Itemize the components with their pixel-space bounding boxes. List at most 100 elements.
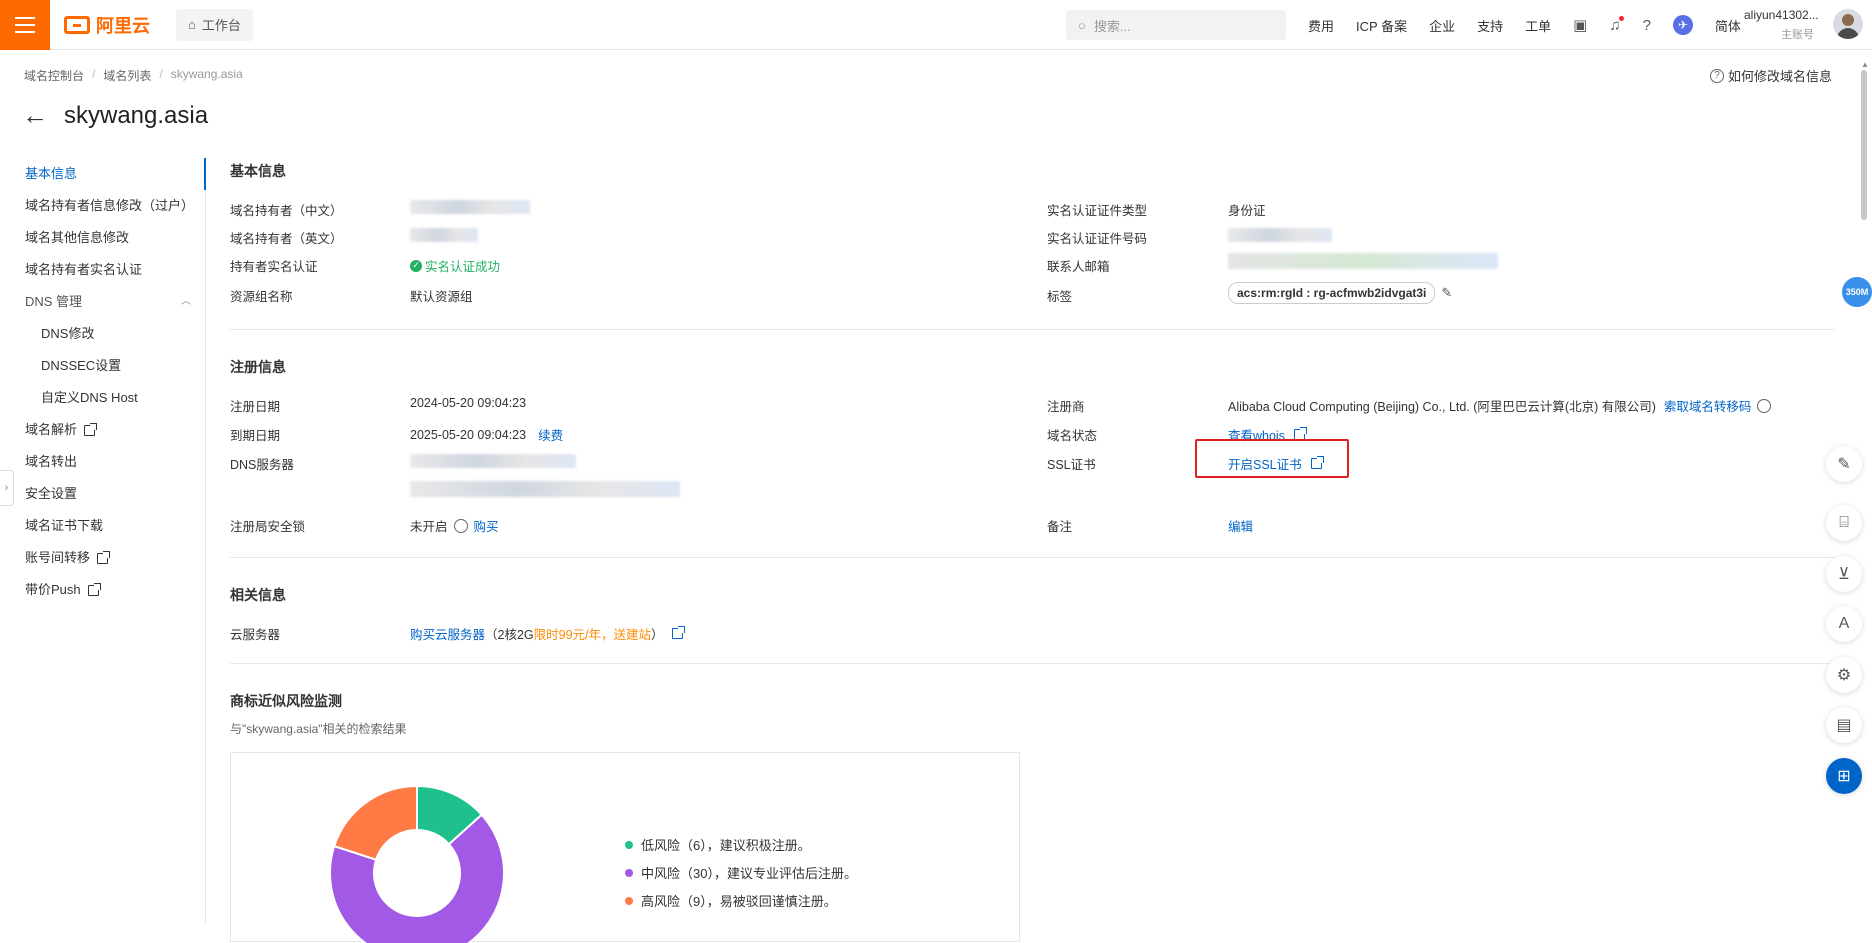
section-title-basic: 基本信息 (230, 163, 286, 179)
sidebar-item-security[interactable]: 安全设置 (0, 478, 205, 510)
question-icon[interactable] (453, 518, 468, 533)
lock-value: 未开启 购买 (410, 516, 499, 535)
sidebar-item-custom-dns-host[interactable]: 自定义DNS Host (0, 382, 205, 414)
breadcrumb-current: skywang.asia (170, 67, 243, 81)
terminal-icon[interactable]: ▣ (1573, 16, 1587, 34)
cert-type-value: 身份证 (1228, 204, 1266, 218)
nav-enterprise[interactable]: 企业 (1429, 16, 1455, 35)
apps-grid-icon[interactable]: ⊞ (1826, 758, 1862, 794)
nav-support[interactable]: 支持 (1477, 16, 1503, 35)
holder-verify-label: 持有者实名认证 (230, 260, 318, 274)
sidebar-item-holder-change[interactable]: 域名持有者信息修改（过户） (0, 190, 205, 222)
remark-label: 备注 (1047, 520, 1073, 534)
sidebar-item-dnssec[interactable]: DNSSEC设置 (0, 350, 205, 382)
sidebar-item-cert-download[interactable]: 域名证书下载 (0, 510, 205, 542)
donut-slice-高风险[interactable] (332, 784, 418, 861)
nav-billing[interactable]: 费用 (1308, 16, 1334, 35)
brand-logo[interactable]: 阿里云 (64, 12, 150, 38)
sidebar-collapse-handle[interactable]: › (0, 470, 14, 506)
breadcrumb-sep: / (159, 67, 163, 81)
sidebar-item-dns-resolve[interactable]: 域名解析 (0, 414, 205, 446)
edit-icon[interactable]: ✎ (1441, 285, 1452, 301)
avatar[interactable] (1833, 9, 1863, 39)
dns-label: DNS服务器 (230, 458, 294, 472)
remark-edit-link[interactable]: 编辑 (1228, 516, 1253, 535)
external-link-icon (97, 550, 111, 564)
page-scrollbar[interactable]: ▲ (1860, 60, 1869, 920)
check-circle-icon: ✓ (410, 259, 422, 272)
settings-gear-icon[interactable]: ⚙ (1826, 657, 1862, 693)
sidebar-item-label: DNSSEC设置 (41, 358, 122, 373)
sidebar-item-label: 域名持有者实名认证 (25, 262, 143, 277)
holder-en-value (410, 228, 478, 242)
dns-value-2 (410, 481, 680, 497)
section-divider (230, 557, 1834, 558)
breadcrumb-domain-list[interactable]: 域名列表 (103, 67, 151, 84)
breadcrumb-console[interactable]: 域名控制台 (24, 67, 84, 84)
status-label: 域名状态 (1047, 429, 1098, 443)
search-input[interactable]: ○ 搜索... (1066, 10, 1286, 40)
external-link-icon (87, 582, 101, 596)
sidebar-item-realname[interactable]: 域名持有者实名认证 (0, 254, 205, 286)
renew-link[interactable]: 续费 (538, 425, 563, 444)
sidebar-group-dns[interactable]: DNS 管理 ︿ (0, 286, 205, 318)
sidebar-item-priced-push[interactable]: 带价Push (0, 574, 205, 606)
section-title-trademark: 商标近似风险监测 (230, 693, 342, 709)
lock-buy-link[interactable]: 购买 (474, 516, 499, 535)
ssl-highlight-box (1195, 439, 1349, 478)
scrollbar-thumb[interactable] (1861, 70, 1867, 220)
scroll-up-icon[interactable]: ▲ (1861, 60, 1869, 69)
back-arrow-icon[interactable]: ← (22, 100, 48, 131)
email-label: 联系人邮箱 (1047, 260, 1110, 274)
sidebar-item-basic-info[interactable]: 基本信息 (0, 158, 206, 190)
sidebar-item-account-transfer[interactable]: 账号间转移 (0, 542, 205, 574)
redacted-value (1228, 228, 1332, 242)
language-label[interactable]: 简体 (1715, 16, 1741, 35)
bell-icon[interactable]: ♫ (1609, 15, 1624, 34)
reg-date-label: 注册日期 (230, 400, 281, 414)
cart-icon[interactable]: ⊻ (1826, 556, 1862, 592)
sidebar-item-dns-modify[interactable]: DNS修改 (0, 318, 205, 350)
email-value (1228, 253, 1498, 269)
breadcrumb: 域名控制台 / 域名列表 / skywang.asia (24, 67, 243, 84)
page-title: skywang.asia (64, 101, 209, 129)
workbench-label: 工作台 (201, 18, 241, 33)
remark-value: 编辑 (1228, 516, 1253, 535)
buy-server-link[interactable]: 购买云服务器 (410, 624, 485, 643)
server-label: 云服务器 (230, 628, 281, 642)
app-icon[interactable]: A (1826, 606, 1862, 642)
lock-status-text: 未开启 (410, 520, 448, 534)
question-icon[interactable] (1757, 398, 1772, 413)
external-link-icon (84, 422, 98, 436)
language-icon[interactable]: ✈ (1672, 15, 1693, 35)
holder-cn-label: 域名持有者（中文） (230, 204, 343, 218)
redacted-value (410, 454, 576, 468)
top-nav: 费用 ICP 备案 企业 支持 工单 ▣ ♫ ? ✈ 简体 (1308, 0, 1741, 50)
edit-float-icon[interactable]: ✎ (1826, 446, 1862, 482)
feedback-icon[interactable]: ▤ (1826, 707, 1862, 743)
question-icon: ? (1709, 68, 1724, 83)
gift-icon[interactable]: ⌸ (1826, 505, 1862, 541)
holder-cn-value (410, 200, 530, 214)
legend-high: 高风险（9），易被驳回谨慎注册。 (625, 891, 837, 910)
legend-dot-low (625, 840, 633, 849)
sidebar-item-transfer-out[interactable]: 域名转出 (0, 446, 205, 478)
nav-icp[interactable]: ICP 备案 (1356, 16, 1407, 35)
redacted-value (1228, 253, 1498, 269)
trademark-subtitle: 与"skywang.asia"相关的检索结果 (230, 722, 407, 736)
section-divider (230, 329, 1834, 330)
sidebar-item-other-info[interactable]: 域名其他信息修改 (0, 222, 205, 254)
nav-ticket[interactable]: 工单 (1525, 16, 1551, 35)
help-link-label: 如何修改域名信息 (1727, 69, 1832, 84)
menu-icon[interactable] (0, 0, 50, 50)
external-link-icon[interactable] (671, 626, 685, 639)
tag-label: 标签 (1047, 290, 1073, 304)
transfer-code-link[interactable]: 索取域名转移码 (1664, 396, 1752, 415)
exp-date-text: 2025-05-20 09:04:23 (410, 427, 527, 442)
help-icon[interactable]: ? (1643, 17, 1651, 34)
workbench-button[interactable]: ⌂ 工作台 (176, 8, 253, 41)
help-link[interactable]: ? 如何修改域名信息 (1709, 66, 1832, 85)
legend-low-label: 低风险（6），建议积极注册。 (641, 838, 811, 853)
exp-date-value: 2025-05-20 09:04:23 续费 (410, 425, 563, 444)
registrar-text: Alibaba Cloud Computing (Beijing) Co., L… (1228, 400, 1656, 414)
